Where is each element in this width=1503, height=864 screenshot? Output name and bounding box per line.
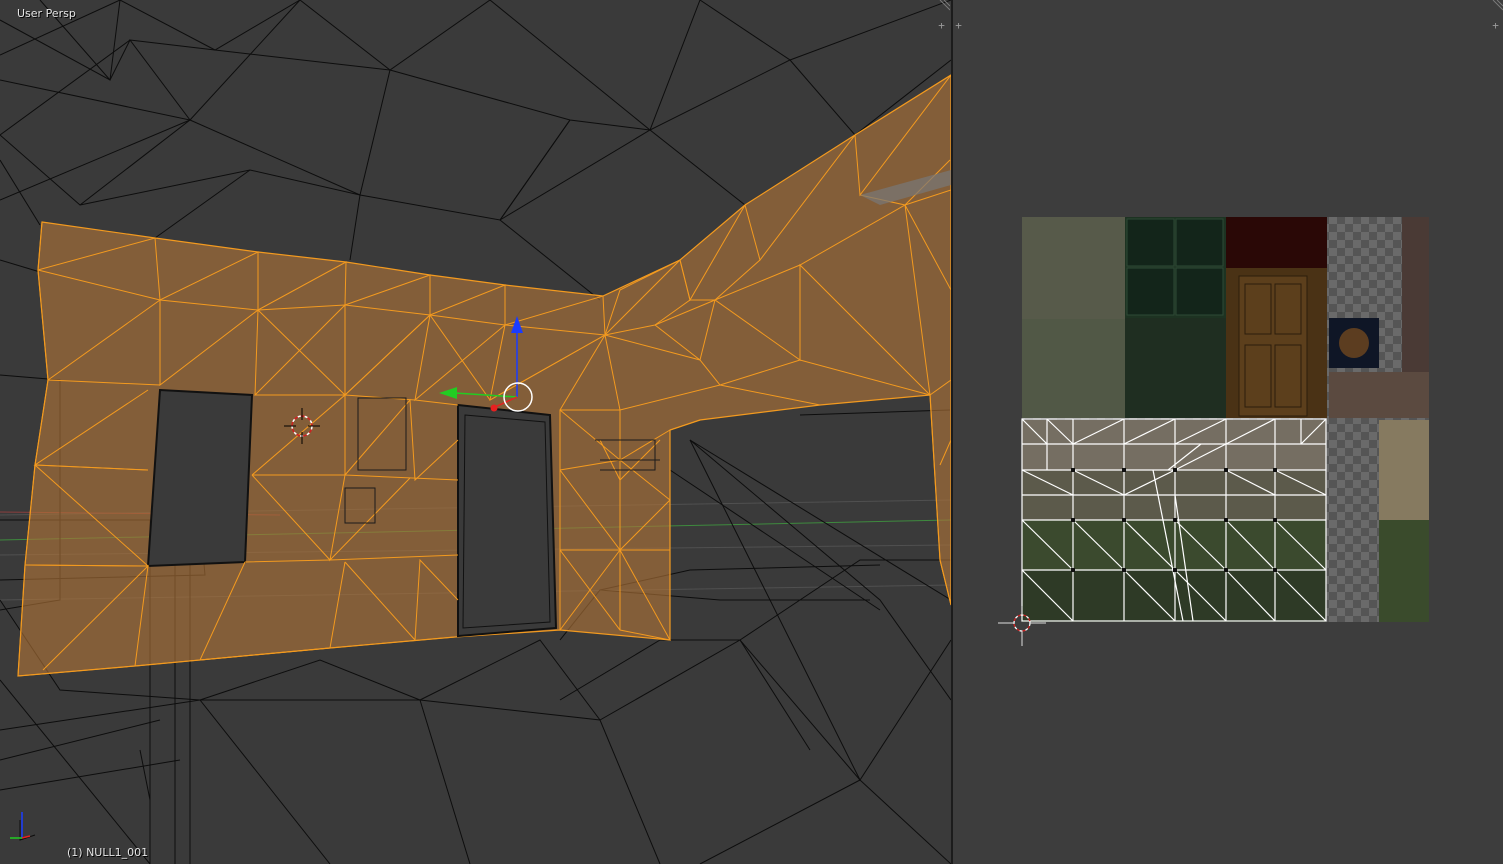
area-split-icon[interactable]: + <box>936 20 947 31</box>
viewport-mesh[interactable] <box>0 0 951 864</box>
active-object-label: (1) NULL1_001 <box>67 846 149 859</box>
uv-canvas[interactable] <box>953 0 1503 864</box>
view-label: User Persp <box>17 7 76 20</box>
blender-window: User Persp (1) NULL1_001 + + + <box>0 0 1503 864</box>
area-split-icon-uv-left[interactable]: + <box>953 20 964 31</box>
uv-area-corner-icon[interactable] <box>1491 0 1503 12</box>
area-corner-icon[interactable] <box>938 0 950 12</box>
uv-image-editor[interactable]: + + <box>953 0 1503 864</box>
selected-wall-mesh[interactable] <box>17 74 951 677</box>
3d-viewport[interactable]: User Persp (1) NULL1_001 + <box>0 0 951 864</box>
area-split-icon-uv-right[interactable]: + <box>1490 20 1501 31</box>
